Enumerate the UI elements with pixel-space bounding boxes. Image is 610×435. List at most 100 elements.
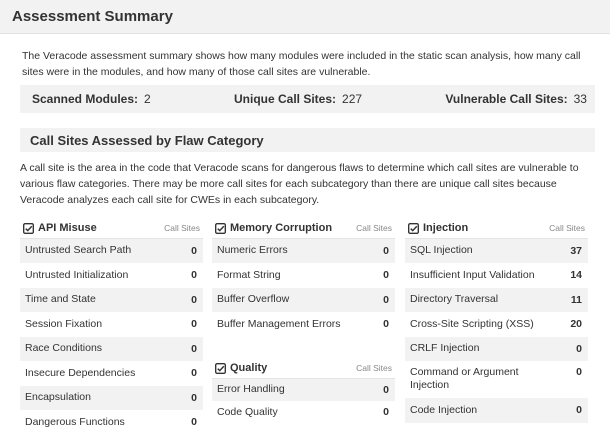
scanned-modules-value: 2 xyxy=(144,92,151,106)
category-header: API Misuse Call Sites xyxy=(20,218,203,239)
call-sites-count: 0 xyxy=(383,384,389,396)
category-row: Buffer Overflow 0 xyxy=(212,288,395,313)
category-row: Code Injection 0 xyxy=(405,398,588,424)
category-row-label: Session Fixation xyxy=(25,318,102,331)
category-row: Race Conditions 0 xyxy=(20,337,203,362)
call-sites-count: 0 xyxy=(383,406,389,418)
category-row-label: Command or Argument Injection xyxy=(410,362,540,392)
category-title-label: Injection xyxy=(423,222,468,234)
call-sites-count: 0 xyxy=(576,404,582,416)
category-row-label: Dangerous Functions xyxy=(25,416,125,429)
category-title-label: Memory Corruption xyxy=(230,222,332,234)
vulnerable-call-sites-stat: Vulnerable Call Sites: 33 xyxy=(445,92,587,106)
category-memory-corruption: Memory Corruption Call Sites Numeric Error… xyxy=(212,218,395,337)
checkbox-checked-icon xyxy=(408,223,419,234)
call-sites-count: 0 xyxy=(191,343,197,355)
checkbox-checked-icon xyxy=(23,223,34,234)
category-row: Error Handling 0 xyxy=(212,379,395,402)
category-header: Memory Corruption Call Sites xyxy=(212,218,395,239)
category-row: Format String 0 xyxy=(212,264,395,289)
category-row: Code Quality 0 xyxy=(212,402,395,425)
call-sites-count: 14 xyxy=(570,269,582,281)
category-row-label: CRLF Injection xyxy=(410,342,479,355)
category-row: SQL Injection 37 xyxy=(405,239,588,264)
category-row-label: Encapsulation xyxy=(25,391,91,404)
call-sites-count: 37 xyxy=(570,245,582,257)
call-sites-count: 0 xyxy=(191,294,197,306)
header-bar: Assessment Summary xyxy=(0,0,610,34)
section-description: A call site is the area in the code that… xyxy=(20,160,600,208)
category-row-label: Race Conditions xyxy=(25,342,102,355)
call-sites-count: 0 xyxy=(191,245,197,257)
category-row: Cross-Site Scripting (XSS) 20 xyxy=(405,313,588,338)
category-title: API Misuse xyxy=(23,222,97,234)
call-sites-column-header: Call Sites xyxy=(164,223,200,233)
call-sites-count: 0 xyxy=(576,343,582,355)
vulnerable-call-sites-label: Vulnerable Call Sites: xyxy=(445,92,567,106)
category-row: Command or Argument Injection 0 xyxy=(405,362,588,398)
category-row: Insecure Dependencies 0 xyxy=(20,362,203,387)
category-row: Encapsulation 0 xyxy=(20,386,203,411)
category-row-label: Code Injection xyxy=(410,404,477,417)
category-row: Directory Traversal 11 xyxy=(405,288,588,313)
category-row-label: Code Quality xyxy=(217,406,278,419)
stats-bar: Scanned Modules:2 Unique Call Sites:227 … xyxy=(20,85,595,113)
call-sites-count: 0 xyxy=(191,392,197,404)
call-sites-count: 0 xyxy=(191,269,197,281)
category-title: Quality xyxy=(215,362,267,374)
category-row-label: Buffer Overflow xyxy=(217,293,289,306)
call-sites-count: 0 xyxy=(383,269,389,281)
category-row-label: Insecure Dependencies xyxy=(25,367,135,380)
category-api-misuse: API Misuse Call Sites Untrusted Search Pat… xyxy=(20,218,203,435)
category-row: Time and State 0 xyxy=(20,288,203,313)
category-row-label: SQL Injection xyxy=(410,244,473,257)
category-row: Untrusted Initialization 0 xyxy=(20,264,203,289)
category-row-label: Error Handling xyxy=(217,383,285,396)
category-row: Untrusted Search Path 0 xyxy=(20,239,203,264)
call-sites-count: 11 xyxy=(571,294,582,306)
unique-call-sites-label: Unique Call Sites: xyxy=(234,92,336,106)
call-sites-count: 0 xyxy=(383,294,389,306)
category-row: Buffer Management Errors 0 xyxy=(212,313,395,338)
call-sites-column-header: Call Sites xyxy=(356,223,392,233)
category-row: Numeric Errors 0 xyxy=(212,239,395,264)
vulnerable-call-sites-value: 33 xyxy=(574,92,587,106)
call-sites-column-header: Call Sites xyxy=(549,223,585,233)
unique-call-sites-stat: Unique Call Sites: 227 xyxy=(234,92,362,106)
unique-call-sites-value: 227 xyxy=(342,92,362,106)
category-row-label: Untrusted Initialization xyxy=(25,269,128,282)
call-sites-count: 0 xyxy=(383,245,389,257)
category-row-label: Directory Traversal xyxy=(410,293,498,306)
call-sites-count: 0 xyxy=(191,318,197,330)
page-title: Assessment Summary xyxy=(12,8,173,25)
category-row-label: Insufficient Input Validation xyxy=(410,269,535,282)
scanned-modules-label: Scanned Modules: xyxy=(32,92,138,106)
call-sites-count: 0 xyxy=(576,362,582,378)
category-title-label: API Misuse xyxy=(38,222,97,234)
checkbox-checked-icon xyxy=(215,363,226,374)
section-title: Call Sites Assessed by Flaw Category xyxy=(20,128,595,152)
category-title: Memory Corruption xyxy=(215,222,332,234)
category-title-label: Quality xyxy=(230,362,267,374)
category-row-label: Format String xyxy=(217,269,281,282)
category-row-label: Buffer Management Errors xyxy=(217,318,341,331)
scanned-modules-stat: Scanned Modules: 2 xyxy=(32,92,151,106)
category-quality: QualityCall SitesError Handling0Code Qua… xyxy=(212,358,395,424)
category-row-label: Time and State xyxy=(25,293,96,306)
category-row: Session Fixation 0 xyxy=(20,313,203,338)
category-row: Dangerous Functions 0 xyxy=(20,411,203,435)
checkbox-checked-icon xyxy=(215,223,226,234)
category-row-label: Cross-Site Scripting (XSS) xyxy=(410,318,534,331)
category-row-label: Numeric Errors xyxy=(217,244,288,257)
category-header: Injection Call Sites xyxy=(405,218,588,239)
call-sites-count: 0 xyxy=(383,318,389,330)
call-sites-count: 0 xyxy=(191,416,197,428)
category-title: Injection xyxy=(408,222,468,234)
call-sites-count: 20 xyxy=(570,318,582,330)
category-row: Insufficient Input Validation 14 xyxy=(405,264,588,289)
category-row: CRLF Injection 0 xyxy=(405,337,588,362)
call-sites-count: 0 xyxy=(191,367,197,379)
intro-text: The Veracode assessment summary shows ho… xyxy=(22,48,592,80)
category-injection: Injection Call Sites SQL Injection 37 Insuff… xyxy=(405,218,588,424)
category-row-label: Untrusted Search Path xyxy=(25,244,131,257)
